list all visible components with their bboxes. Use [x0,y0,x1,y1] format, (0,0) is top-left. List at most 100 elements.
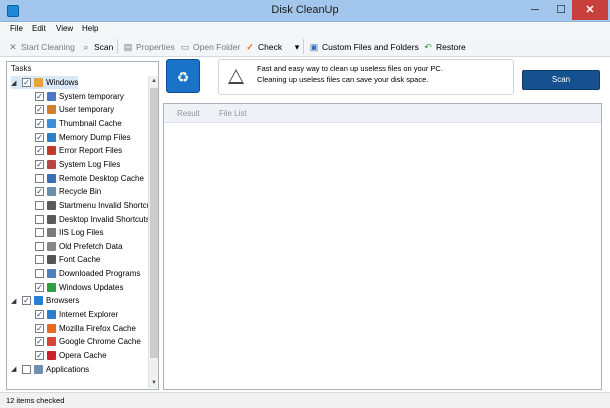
maximize-button[interactable]: ☐ [548,0,574,20]
tree-item[interactable]: ✓ Mozilla Firefox Cache [35,322,136,335]
task-checkbox[interactable]: ✓ [35,323,44,333]
tasks-header: Tasks [7,62,158,74]
tree-item[interactable]: ✓ Recycle Bin [35,185,101,198]
open-folder-label: Open Folder [193,41,241,52]
update-icon [47,282,56,292]
tree-item-label: User temporary [59,105,115,115]
task-checkbox[interactable]: ✓ [22,78,31,87]
tree-item[interactable]: Font Cache [35,253,100,266]
task-checkbox[interactable]: ✓ [35,132,44,142]
task-checkbox[interactable]: ✓ [22,296,31,306]
task-checkbox[interactable] [35,255,44,265]
task-checkbox[interactable]: ✓ [35,118,44,128]
tab-file-list[interactable]: File List [219,109,247,118]
tree-item-label: Remote Desktop Cache [59,173,144,183]
tree-scrollbar[interactable]: ▲ ▼ [148,76,158,388]
check-label: Check [258,41,283,52]
ie-icon [47,310,56,320]
close-button[interactable]: ✕ [572,0,608,20]
task-checkbox[interactable]: ✓ [35,146,44,156]
tree-item[interactable]: ✓ Error Report Files [35,144,122,157]
info-text-line1: Fast and easy way to clean up useless fi… [257,64,443,73]
restore-label: Restore [436,41,466,52]
scan-button[interactable]: Scan [522,70,600,90]
log-icon [47,228,56,238]
tab-result[interactable]: Result [177,109,200,118]
tree-item[interactable]: IIS Log Files [35,226,103,239]
scan-toolbar-button[interactable]: ⌕ Scan [81,40,113,53]
recycle-icon [47,187,56,197]
scroll-thumb[interactable] [150,88,158,358]
tree-item-label: Applications [46,364,90,374]
file-icon [47,241,56,251]
tree-item[interactable]: Old Prefetch Data [35,240,123,253]
tree-item[interactable]: ◢ ✓ Windows [11,76,79,89]
task-checkbox[interactable] [35,214,44,224]
task-checkbox[interactable] [22,364,31,374]
task-checkbox[interactable] [35,200,44,210]
scroll-down-arrow[interactable]: ▼ [151,380,157,386]
remote-icon [47,173,56,183]
tree-item[interactable]: ✓ Windows Updates [35,281,123,294]
tree-item[interactable]: ✓ User temporary [35,103,114,116]
tree-item[interactable]: ✓ System temporary [35,90,124,103]
toolbar-separator [303,39,304,54]
tree-item-label: Opera Cache [59,351,107,360]
expand-arrow-icon[interactable]: ◢ [11,79,19,87]
download-icon [47,269,56,279]
tree-item-label: IIS Log Files [59,228,104,238]
restore-button[interactable]: ↶ Restore [423,40,466,53]
tree-item[interactable]: Downloaded Programs [35,267,140,280]
tree-item[interactable]: Startmenu Invalid Shortcu [35,199,148,212]
toolbar: ✕ Start Cleaning ⌕ Scan ▤ Properties ▭ O… [0,36,610,57]
font-icon [47,255,56,265]
properties-label: Properties [136,41,175,52]
menu-bar: File Edit View Help [0,22,610,36]
task-checkbox[interactable] [35,228,44,238]
toolbar-separator [117,39,118,54]
tree-item[interactable]: ✓ System Log Files [35,158,120,171]
task-checkbox[interactable] [35,269,44,279]
check-button[interactable]: ✓ Check [245,40,282,53]
tree-item-label: Mozilla Firefox Cache [59,323,136,333]
tree-item[interactable]: ◢ ✓ Browsers [11,294,79,307]
minimize-button[interactable]: ─ [522,0,548,20]
task-checkbox[interactable]: ✓ [35,337,44,347]
tree-item[interactable]: ✓ Memory Dump Files [35,131,131,144]
task-checkbox[interactable]: ✓ [35,282,44,292]
open-folder-button[interactable]: ▭ Open Folder [180,40,241,53]
task-checkbox[interactable]: ✓ [35,310,44,320]
task-checkbox[interactable]: ✓ [35,105,44,115]
task-checkbox[interactable]: ✓ [35,91,44,101]
task-checkbox[interactable]: ✓ [35,187,44,197]
task-tree[interactable]: ◢ ✓ Windows ✓ System temporary ✓ User temporar… [7,76,148,388]
menu-view[interactable]: View [56,24,73,33]
tree-item-label: Old Prefetch Data [59,241,123,251]
task-checkbox[interactable] [35,241,44,251]
tree-item[interactable]: ✓ Internet Explorer [35,308,118,321]
menu-help[interactable]: Help [82,24,98,33]
tree-item[interactable]: ✓ Google Chrome Cache [35,335,141,348]
task-checkbox[interactable]: ✓ [35,159,44,169]
task-checkbox[interactable]: ✓ [35,351,44,360]
custom-files-folders-button[interactable]: ▣ Custom Files and Folders [309,40,419,53]
expand-arrow-icon[interactable]: ◢ [11,297,19,305]
scroll-up-arrow[interactable]: ▲ [151,78,157,84]
start-cleaning-button[interactable]: ✕ Start Cleaning [8,40,75,53]
check-dropdown-button[interactable]: ▾ [292,40,302,53]
expand-arrow-icon[interactable]: ◢ [11,365,19,373]
info-area: ♻ Fast and easy way to clean up useless … [163,57,602,99]
chevron-down-icon: ▾ [294,41,300,52]
image-icon [47,118,56,128]
tree-item[interactable]: ✓ Thumbnail Cache [35,117,122,130]
user-icon [47,105,56,115]
tree-item[interactable]: Desktop Invalid Shortcuts [35,213,148,226]
menu-file[interactable]: File [10,24,23,33]
tree-item[interactable]: Remote Desktop Cache [35,172,144,185]
menu-edit[interactable]: Edit [32,24,46,33]
firefox-icon [47,323,56,333]
properties-button[interactable]: ▤ Properties [123,40,175,53]
tree-item[interactable]: ✓ Opera Cache [35,349,107,362]
tree-item[interactable]: ◢ Applications [11,363,89,376]
task-checkbox[interactable] [35,173,44,183]
